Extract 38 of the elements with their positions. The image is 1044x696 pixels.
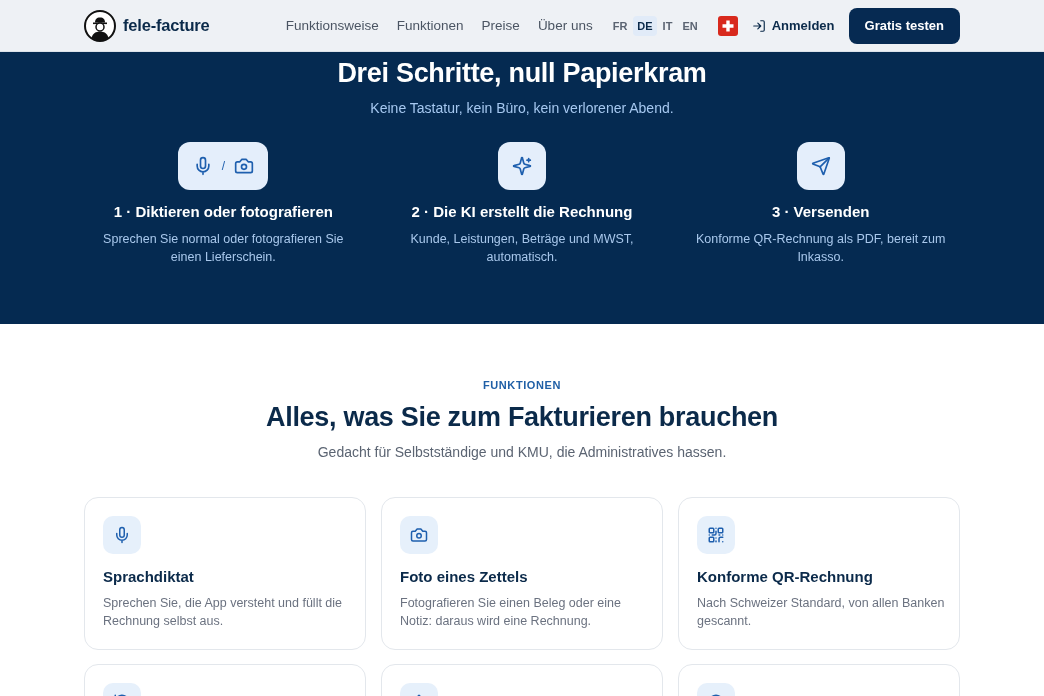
- swiss-flag-icon: [717, 15, 738, 36]
- slash-separator: /: [221, 159, 225, 173]
- card-title: Foto eines Zettels: [400, 567, 529, 587]
- language-tab[interactable]: FR: [608, 15, 632, 36]
- paper-plane-icon: [796, 142, 845, 190]
- step-description: Konforme QR-Rechnung als PDF, bereit zum Inkasso.: [694, 231, 947, 266]
- section-subtitle: Keine Tastatur, kein Büro, kein verlorener Abend.: [369, 99, 675, 118]
- qr-code-icon: [697, 516, 735, 554]
- login-button[interactable]: Anmelden: [751, 18, 835, 33]
- section-heading: Alles, was Sie zum Fakturieren brauchen: [265, 401, 779, 434]
- section-heading: Drei Schritte, null Papierkram: [336, 57, 708, 90]
- language-tab[interactable]: EN: [678, 15, 702, 36]
- nav-link[interactable]: Preise: [481, 18, 520, 33]
- card-title: Konforme QR-Rechnung: [697, 567, 874, 587]
- card-description: Fotografieren Sie einen Beleg oder eine Notiz: daraus wird eine Rechnung.: [400, 595, 622, 630]
- camera-icon: [400, 516, 438, 554]
- step-description: Sprechen Sie normal oder fotografieren Sie einen Lieferschein.: [102, 231, 345, 266]
- sparkle-icon: [498, 142, 546, 190]
- section-eyebrow: FUNKTIONEN: [481, 378, 563, 392]
- language-tab[interactable]: DE: [633, 15, 657, 36]
- brand-name[interactable]: fele-facture: [123, 16, 210, 35]
- nav-link[interactable]: Über uns: [537, 18, 593, 33]
- nav-link[interactable]: Funktionen: [396, 18, 464, 33]
- microphone-icon: [103, 516, 141, 554]
- step-title: 3 · Versenden: [771, 202, 870, 222]
- card-title: Sprachdiktat: [103, 567, 195, 587]
- nav-link[interactable]: Funktionsweise: [285, 18, 379, 33]
- card-description: Sprechen Sie, die App versteht und füllt die Rechnung selbst aus.: [103, 595, 344, 630]
- section-subtitle: Gedacht für Selbstständige und KMU, die Administratives hassen.: [316, 443, 728, 462]
- step-title: 2 · Die KI erstellt die Rechnung: [411, 202, 633, 222]
- camera-icon: [234, 156, 254, 176]
- step-title: 1 · Diktieren oder fotografieren: [113, 202, 333, 222]
- card-description: Nach Schweizer Standard, von allen Banken gescannt.: [697, 595, 946, 630]
- cta-button[interactable]: Gratis testen: [848, 7, 960, 44]
- language-tab[interactable]: IT: [658, 15, 677, 36]
- login-icon: [751, 18, 766, 33]
- step-description: Kunde, Leistungen, Beträge und MWST, automatisch.: [409, 231, 635, 266]
- silhouette-logo-icon[interactable]: [84, 9, 116, 42]
